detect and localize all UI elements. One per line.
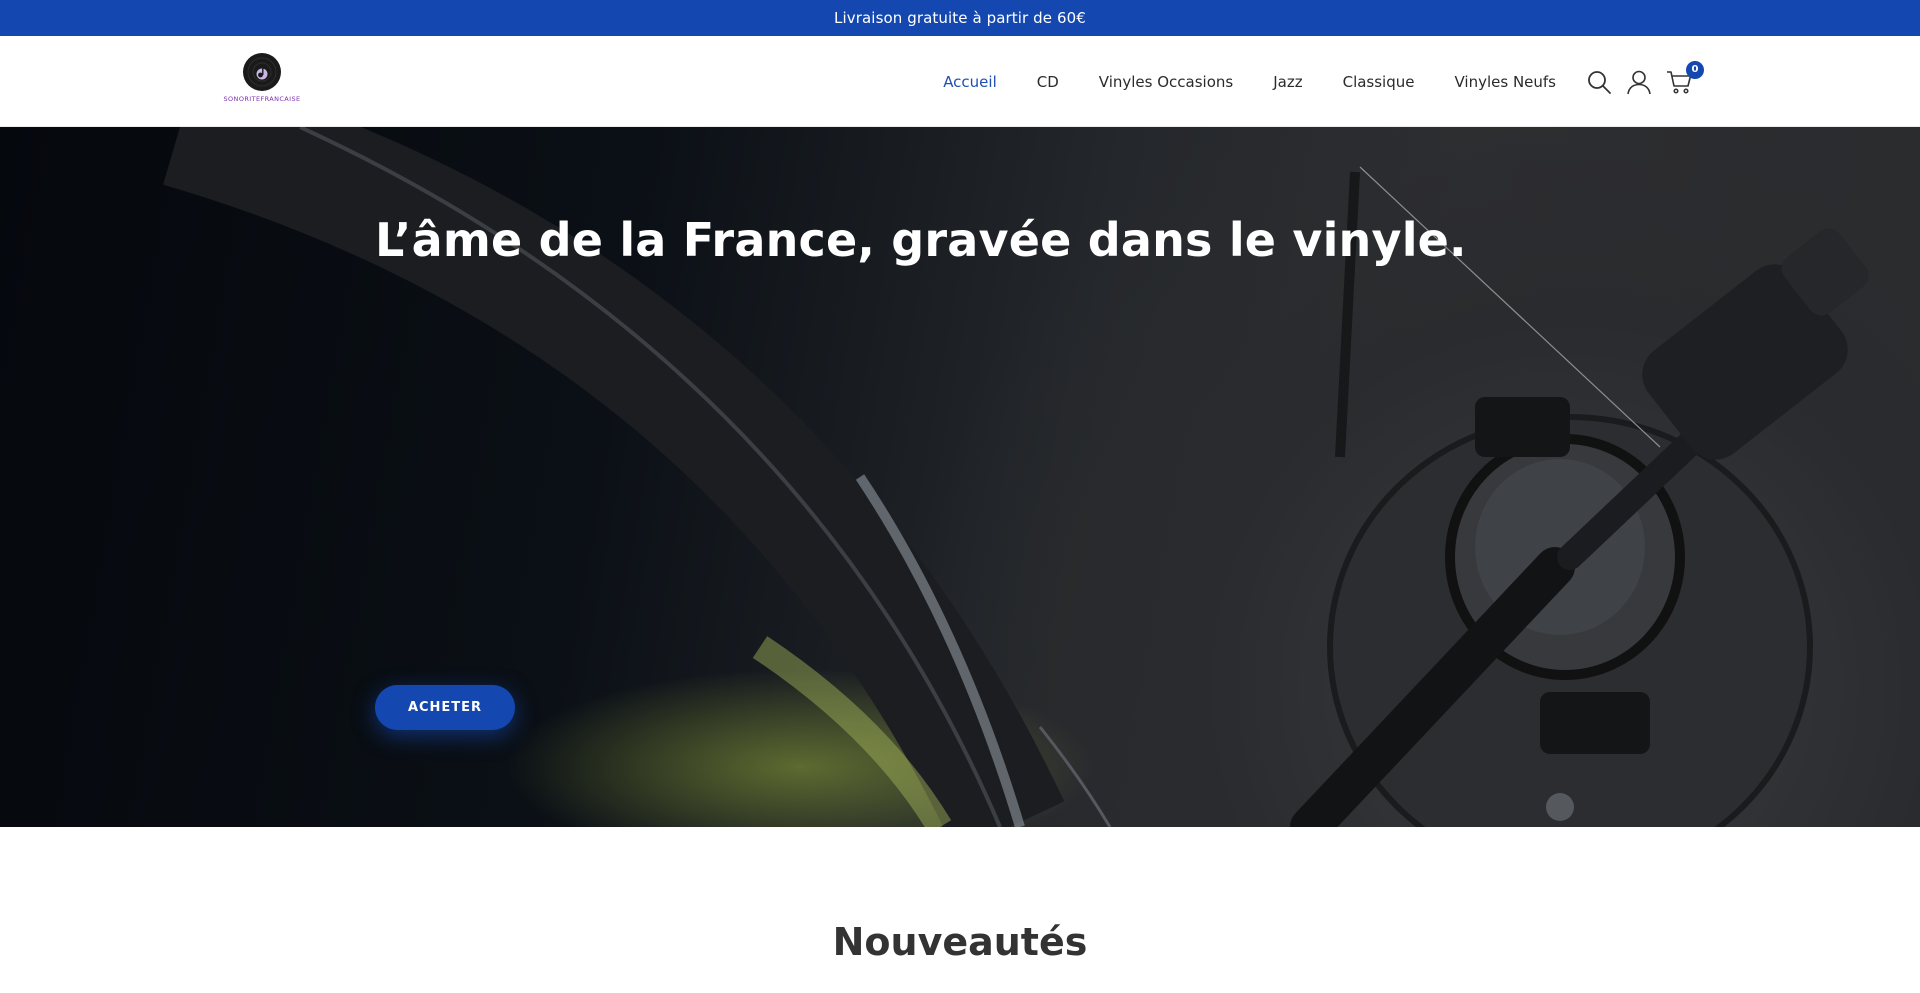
search-icon[interactable]: [1586, 69, 1612, 95]
nav-item-cd[interactable]: CD: [1037, 73, 1059, 91]
nav-item-classique[interactable]: Classique: [1343, 73, 1415, 91]
cart-count-badge: 0: [1686, 60, 1704, 79]
site-header: SONORITEFRANCAISE Accueil CD Vinyles Occ…: [0, 36, 1920, 127]
section-title-new-arrivals: Nouveautés: [832, 920, 1088, 964]
announcement-bar: Livraison gratuite à partir de 60€: [0, 0, 1920, 36]
hero-banner: L’âme de la France, gravée dans le vinyl…: [0, 127, 1920, 827]
nav-item-vinyles-occasions[interactable]: Vinyles Occasions: [1099, 73, 1233, 91]
logo[interactable]: SONORITEFRANCAISE: [214, 52, 310, 110]
cart-icon[interactable]: 0: [1666, 60, 1704, 95]
main-nav: Accueil CD Vinyles Occasions Jazz Classi…: [943, 36, 1556, 127]
nav-item-vinyles-neufs[interactable]: Vinyles Neufs: [1454, 73, 1556, 91]
hero-title: L’âme de la France, gravée dans le vinyl…: [375, 213, 1467, 267]
vinyl-logo-icon: [243, 53, 281, 91]
buy-button[interactable]: ACHETER: [375, 685, 515, 730]
nav-item-accueil[interactable]: Accueil: [943, 73, 997, 91]
header-icons: 0: [1586, 36, 1704, 127]
nav-item-jazz[interactable]: Jazz: [1273, 73, 1302, 91]
logo-text: SONORITEFRANCAISE: [223, 95, 301, 103]
announcement-text: Livraison gratuite à partir de 60€: [834, 9, 1086, 27]
account-icon[interactable]: [1626, 69, 1652, 95]
